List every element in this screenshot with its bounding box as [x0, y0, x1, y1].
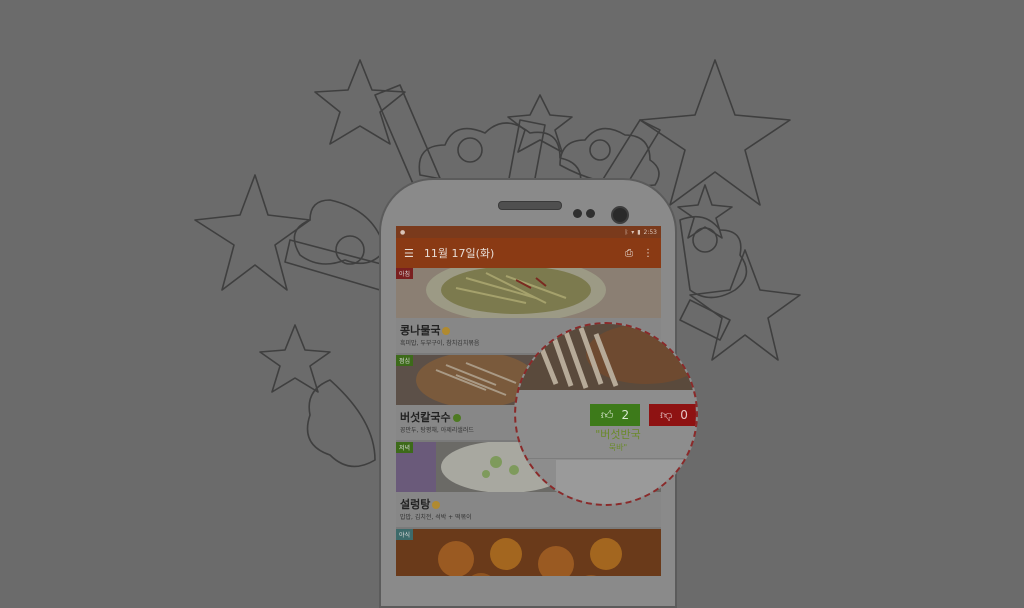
meal-tag: 점심 — [396, 355, 414, 366]
meal-name-text: 버섯칼국수 — [400, 411, 451, 424]
status-bar: ● ᛒ ▾ ▮ 2:53 — [396, 226, 661, 238]
zoom-menu-text: "버섯반국 묵바" — [580, 428, 656, 454]
meal-card-night[interactable]: 야식 — [396, 529, 661, 576]
dislike-count: 0 — [680, 408, 688, 422]
zoom-menu-line2: 묵바" — [608, 443, 628, 452]
braised-potato-photo — [396, 529, 661, 576]
meal-name: 콩나물국 — [400, 322, 451, 338]
swirl-doodle — [457, 137, 483, 163]
meal-tag: 야식 — [396, 529, 414, 540]
like-count: 2 — [621, 408, 630, 422]
dislike-button[interactable]: 👎︎ 0 — [649, 404, 696, 426]
star-doodle — [194, 174, 311, 291]
side-dishes: 꽁만두, 탕평채, 아제리샐러드 — [400, 427, 474, 434]
zoom-noodle-image — [516, 324, 696, 390]
zoom-noodle-photo — [516, 324, 696, 390]
swirl-doodle — [692, 227, 718, 253]
divider — [516, 458, 696, 459]
thumbs-up-icon: 👍︎ — [600, 407, 614, 422]
meal-tag: 저녁 — [396, 442, 414, 453]
zoom-callout: 👍︎ 2 👎︎ 0 "버섯반국 묵바" — [514, 322, 698, 506]
meal-name-text: 설렁탕 — [400, 498, 431, 511]
notification-dot-icon: ● — [400, 228, 406, 236]
status-time: 2:53 — [643, 228, 657, 236]
beam-doodle — [284, 239, 386, 291]
hamburger-icon[interactable]: ☰ — [404, 247, 414, 260]
zoom-menu-line1: "버섯반국 — [595, 428, 641, 441]
wifi-icon: ▾ — [631, 228, 635, 236]
rating-badge-icon — [432, 501, 441, 509]
proximity-sensor — [573, 209, 582, 218]
earpiece-speaker — [498, 201, 562, 210]
meal-name: 버섯칼국수 — [400, 409, 461, 425]
date-title: 11월 17일(화) — [423, 247, 495, 260]
app-bar: ☰ 11월 17일(화) ⎙ ⋮ — [396, 238, 661, 268]
light-sensor — [586, 209, 595, 218]
meal-photo: 야식 — [396, 529, 661, 576]
meal-name-text: 콩나물국 — [400, 324, 441, 337]
swirl-doodle — [335, 235, 365, 265]
rating-badge-icon — [452, 414, 461, 422]
bluetooth-icon: ᛒ — [624, 228, 629, 236]
rating-badge-icon — [442, 327, 451, 335]
star-doodle — [259, 324, 331, 393]
more-vert-icon[interactable]: ⋮ — [643, 248, 653, 259]
soup-photo — [396, 268, 661, 318]
thumbs-down-icon: 👎︎ — [660, 407, 673, 422]
star-doodle — [314, 59, 406, 145]
battery-icon: ▮ — [637, 228, 641, 236]
swirl-doodle — [589, 139, 611, 161]
print-icon[interactable]: ⎙ — [625, 248, 633, 259]
side-dishes: 흑미밥, 두부구이, 참치김치볶음 — [400, 340, 480, 347]
cloud-doodle — [306, 379, 376, 468]
meal-tag: 아침 — [396, 268, 414, 279]
cloud-doodle — [293, 199, 386, 265]
side-dishes: 밥밥, 김치전, 석박 + 떡볶이 — [400, 514, 472, 521]
like-button[interactable]: 👍︎ 2 — [590, 404, 640, 426]
zoom-lower-photo — [556, 460, 696, 504]
star-doodle — [639, 59, 791, 206]
meal-photo: 아침 — [396, 268, 661, 318]
meal-name: 설렁탕 — [400, 496, 441, 512]
front-camera — [611, 206, 629, 224]
star-doodle — [689, 249, 801, 361]
